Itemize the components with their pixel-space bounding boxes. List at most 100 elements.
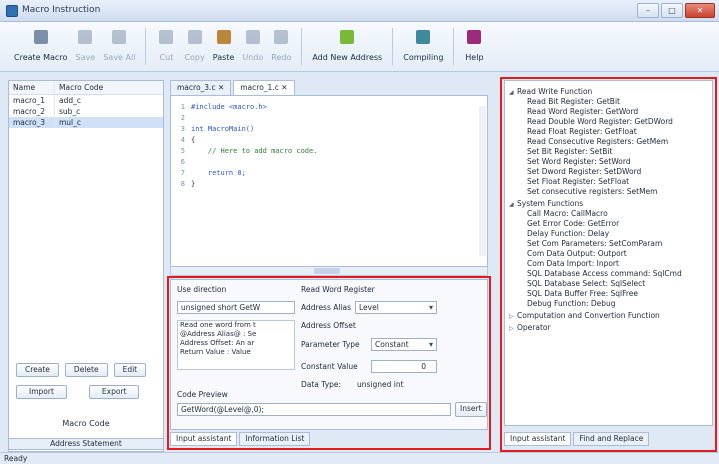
tree-item[interactable]: Com Data Import: Inport xyxy=(527,259,619,269)
copy-icon xyxy=(187,30,202,44)
tab-information-list[interactable]: Information List xyxy=(239,432,311,446)
line-number: 4 xyxy=(180,136,185,144)
tree-item[interactable]: Call Macro: CallMacro xyxy=(527,209,608,219)
collapse-arrow-icon[interactable]: ▷ xyxy=(509,324,517,334)
data-type-label: Data Type: xyxy=(301,380,342,389)
name-column-header[interactable]: Name xyxy=(9,81,55,94)
macro-table: Name Macro Code macro_1 add_c macro_2 sub_c… xyxy=(9,81,163,341)
constant-value-label: Constant Value xyxy=(301,362,358,371)
code-text: // Here to add macro code. xyxy=(191,147,318,155)
toolbar-label: Add New Address xyxy=(312,53,383,62)
toolbar-separator xyxy=(301,28,303,65)
undo-button[interactable]: Undo xyxy=(238,22,267,71)
tree-item[interactable]: Set Com Parameters: SetComParam xyxy=(527,239,662,249)
macro-list-panel: Name Macro Code macro_1 add_c macro_2 sub_c… xyxy=(8,80,164,452)
import-button[interactable]: Import xyxy=(16,385,67,399)
tab-input-assistant[interactable]: Input assistant xyxy=(170,432,238,446)
code-line: 6 xyxy=(171,157,471,168)
edit-button[interactable]: Edit xyxy=(113,363,147,377)
line-number: 6 xyxy=(180,158,185,166)
collapse-arrow-icon[interactable]: ▷ xyxy=(509,312,517,322)
redo-icon xyxy=(274,30,289,44)
description-line: Address Offset: An ar xyxy=(180,339,255,347)
tree-item[interactable]: Get Error Code: GetError xyxy=(527,219,619,229)
function-tree: ◢ Read Write Function Read Bit Register: G… xyxy=(504,80,713,426)
tree-item[interactable]: SQL Data Buffer Free: SqlFree xyxy=(527,289,638,299)
tree-group[interactable]: ▷ Computation and Convertion Function xyxy=(509,311,660,322)
redo-button[interactable]: Redo xyxy=(267,22,295,71)
tree-item[interactable]: SQL Database Select: SqlSelect xyxy=(527,279,645,289)
toolbar-label: Cut xyxy=(159,53,174,62)
editor-tab-macro-3[interactable]: macro_3.c ✕ xyxy=(170,80,232,95)
macro-name-cell: macro_2 xyxy=(9,106,55,117)
tree-item[interactable]: Read Float Register: GetFloat xyxy=(527,127,637,137)
assistant-tabs: Input assistant Information List xyxy=(170,432,311,446)
save-all-button[interactable]: Save All xyxy=(99,22,139,71)
tree-item[interactable]: Read Bit Register: GetBit xyxy=(527,97,620,107)
tree-item[interactable]: Debug Function: Debug xyxy=(527,299,616,309)
tree-item[interactable]: Set Word Register: SetWord xyxy=(527,157,631,167)
close-icon[interactable]: ✕ xyxy=(281,83,287,92)
parameter-type-select[interactable]: Constant xyxy=(371,338,437,351)
editor-horizontal-scrollbar[interactable] xyxy=(170,267,488,276)
table-row[interactable]: macro_2 sub_c xyxy=(9,106,163,117)
function-title: Read Word Register xyxy=(301,285,375,294)
maximize-button[interactable]: □ xyxy=(661,3,683,18)
code-editor[interactable]: 1 #include <macro.h> 2 3 int MacroMain() 4{5 … xyxy=(170,95,488,267)
tree-item[interactable]: Set Dword Register: SetDWord xyxy=(527,167,641,177)
tree-item[interactable]: Set Bit Register: SetBit xyxy=(527,147,612,157)
copy-button[interactable]: Copy xyxy=(180,22,208,71)
tree-item[interactable]: Read Consecutive Registers: GetMem xyxy=(527,137,668,147)
address-offset-label: Address Offset xyxy=(301,321,356,330)
constant-value-input[interactable]: 0 xyxy=(371,360,437,373)
address-alias-select[interactable]: Level xyxy=(355,301,437,314)
expand-arrow-icon[interactable]: ◢ xyxy=(509,200,517,210)
tree-item[interactable]: Com Data Output: Outport xyxy=(527,249,627,259)
code-text: return 0; xyxy=(191,169,246,177)
cut-icon xyxy=(159,30,174,44)
tree-item[interactable]: SQL Database Access command: SqlCmd xyxy=(527,269,682,279)
tree-group-label: System Functions xyxy=(517,199,584,208)
minimize-button[interactable]: – xyxy=(637,3,659,18)
add-address-button[interactable]: Add New Address xyxy=(308,22,386,71)
tab-find-and-replace[interactable]: Find and Replace xyxy=(573,432,650,446)
code-text: #include <macro.h> xyxy=(191,103,267,111)
tree-group-label: Operator xyxy=(517,323,551,332)
close-icon[interactable]: ✕ xyxy=(218,83,224,92)
tab-address-statement[interactable]: Address Statement xyxy=(8,438,164,450)
macro-code-column-header[interactable]: Macro Code xyxy=(55,81,163,94)
paste-button[interactable]: Paste xyxy=(209,22,239,71)
tree-item[interactable]: Set consecutive registers: SetMem xyxy=(527,187,657,197)
tab-input-assistant-right[interactable]: Input assistant xyxy=(504,432,572,446)
tree-item[interactable]: Read Word Register: GetWord xyxy=(527,107,638,117)
create-button[interactable]: Create xyxy=(16,363,59,377)
editor-tab-macro-1[interactable]: macro_1.c ✕ xyxy=(233,80,295,95)
tree-item[interactable]: Set Float Register: SetFloat xyxy=(527,177,629,187)
editor-vertical-scrollbar[interactable] xyxy=(479,106,486,256)
description-line: Read one word from t xyxy=(180,321,256,329)
scrollbar-thumb[interactable] xyxy=(314,268,340,274)
create-macro-button[interactable]: Create Macro xyxy=(10,22,71,71)
data-type-value: unsigned int xyxy=(357,380,404,389)
toolbar-label: Copy xyxy=(184,53,205,62)
export-button[interactable]: Export xyxy=(88,385,140,399)
table-row[interactable]: macro_3 mul_c xyxy=(9,117,163,128)
cut-button[interactable]: Cut xyxy=(152,22,180,71)
tree-item[interactable]: Delay Function: Delay xyxy=(527,229,609,239)
expand-arrow-icon[interactable]: ◢ xyxy=(509,88,517,98)
code-preview-label: Code Preview xyxy=(177,390,228,399)
insert-button[interactable]: Insert xyxy=(455,402,487,417)
tree-item[interactable]: Read Double Word Register: GetDWord xyxy=(527,117,673,127)
tree-group[interactable]: ▷ Operator xyxy=(509,323,551,334)
save-button[interactable]: Save xyxy=(71,22,99,71)
description-line: Return Value : Value xyxy=(180,348,251,356)
toolbar-label: Save All xyxy=(103,53,136,62)
save-all-icon xyxy=(112,30,127,44)
toolbar-label: Undo xyxy=(242,53,264,62)
table-row[interactable]: macro_1 add_c xyxy=(9,95,163,106)
delete-button[interactable]: Delete xyxy=(64,363,108,377)
toolbar-label: Compiling xyxy=(403,53,444,62)
help-button[interactable]: Help xyxy=(460,22,488,71)
close-button[interactable]: ✕ xyxy=(685,3,715,18)
compiling-button[interactable]: Compiling xyxy=(399,22,447,71)
